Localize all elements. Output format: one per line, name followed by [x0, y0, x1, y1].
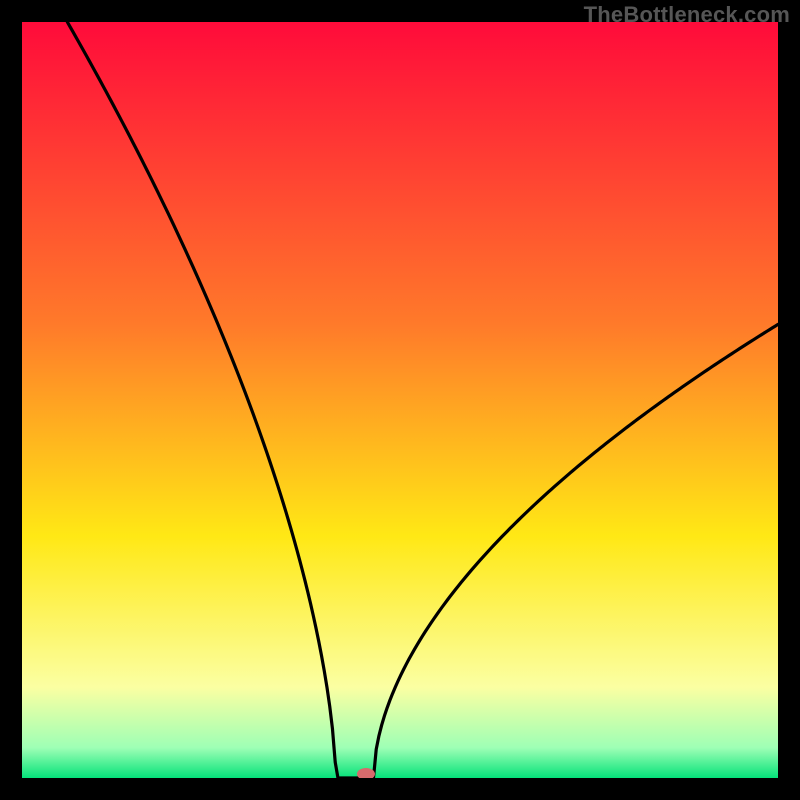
bottleneck-chart: [22, 22, 778, 778]
chart-frame: TheBottleneck.com: [0, 0, 800, 800]
